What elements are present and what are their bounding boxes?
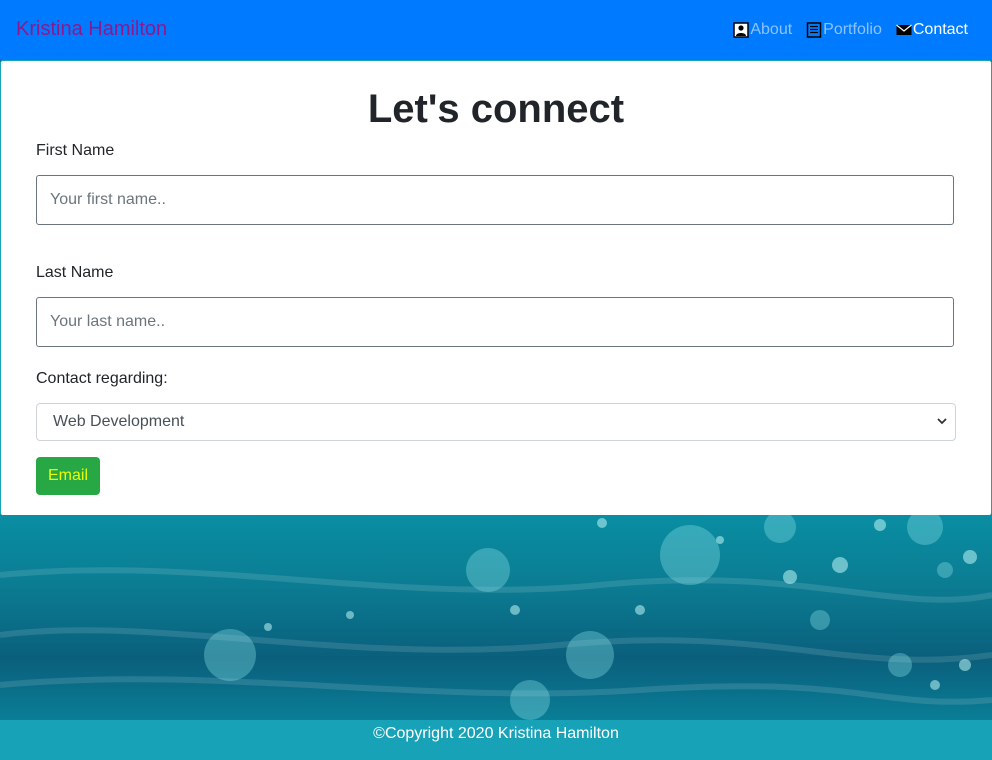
document-icon — [806, 22, 822, 38]
envelope-icon — [895, 24, 912, 35]
nav-item-about[interactable]: About — [733, 20, 792, 40]
contact-regarding-select[interactable]: Web Development — [36, 403, 956, 441]
navbar: Kristina Hamilton About Portfolio Contac… — [0, 0, 992, 60]
nav-item-label: Contact — [912, 21, 968, 38]
brand-link[interactable]: Kristina Hamilton — [16, 17, 167, 41]
contact-regarding-label: Contact regarding: — [36, 370, 168, 387]
person-icon — [733, 22, 750, 38]
select-value: Web Development — [53, 413, 185, 430]
last-name-input[interactable] — [36, 297, 954, 347]
nav-item-portfolio[interactable]: Portfolio — [806, 20, 882, 40]
nav-links: About Portfolio Contact — [733, 20, 968, 40]
background-water-image — [0, 515, 992, 720]
chevron-down-icon — [937, 418, 947, 425]
email-submit-button[interactable]: Email — [36, 457, 100, 495]
nav-item-label: Portfolio — [823, 21, 882, 38]
page-title: Let's connect — [367, 87, 625, 131]
copyright-text: ©Copyright 2020 Kristina Hamilton — [373, 725, 619, 742]
contact-form-card: Let's connect First Name Last Name Conta… — [0, 60, 992, 516]
first-name-input[interactable] — [36, 175, 954, 225]
last-name-label: Last Name — [36, 264, 114, 281]
nav-item-label: About — [750, 21, 793, 38]
footer: ©Copyright 2020 Kristina Hamilton — [0, 720, 992, 760]
bubbles-decoration — [0, 515, 992, 720]
first-name-label: First Name — [36, 142, 115, 159]
nav-item-contact[interactable]: Contact — [895, 20, 968, 40]
